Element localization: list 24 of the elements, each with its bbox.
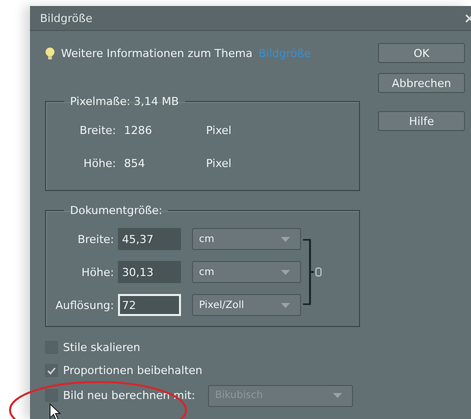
dropdown[interactable]: cm	[192, 228, 301, 250]
dialog-button[interactable]: OK	[378, 43, 465, 63]
value-field[interactable]: 30,13	[118, 261, 181, 283]
checkbox-label[interactable]: Stile skalieren	[63, 341, 140, 354]
window-title: Bildgröße	[40, 12, 92, 24]
field-label: Breite:	[76, 232, 115, 246]
unit-label: Pixel	[205, 157, 232, 170]
field-label: Auflösung:	[54, 298, 115, 312]
dropdown[interactable]: Pixel/Zoll	[192, 294, 301, 316]
field-label: Höhe:	[80, 266, 115, 278]
field-label: Höhe:	[82, 157, 116, 170]
field-label: Breite:	[78, 124, 116, 137]
dialog-button[interactable]: Hilfe	[378, 111, 465, 131]
pixel-value: 1286	[124, 124, 153, 137]
checkbox-label[interactable]: Proportionen beibehalten	[63, 364, 202, 377]
group-title: Pixelmaße: 3,14 MB	[69, 95, 180, 108]
pixel-value: 854	[124, 157, 146, 170]
value-field[interactable]: 72	[118, 294, 181, 316]
value-field[interactable]: 45,37	[118, 228, 181, 250]
unit-label: Pixel	[205, 124, 232, 137]
dropdown[interactable]: cm	[192, 261, 301, 283]
info-text: Weitere Informationen zum Thema	[61, 46, 252, 60]
group-title: Dokumentgröße:	[69, 204, 164, 217]
dialog-button[interactable]: Abbrechen	[378, 73, 465, 93]
